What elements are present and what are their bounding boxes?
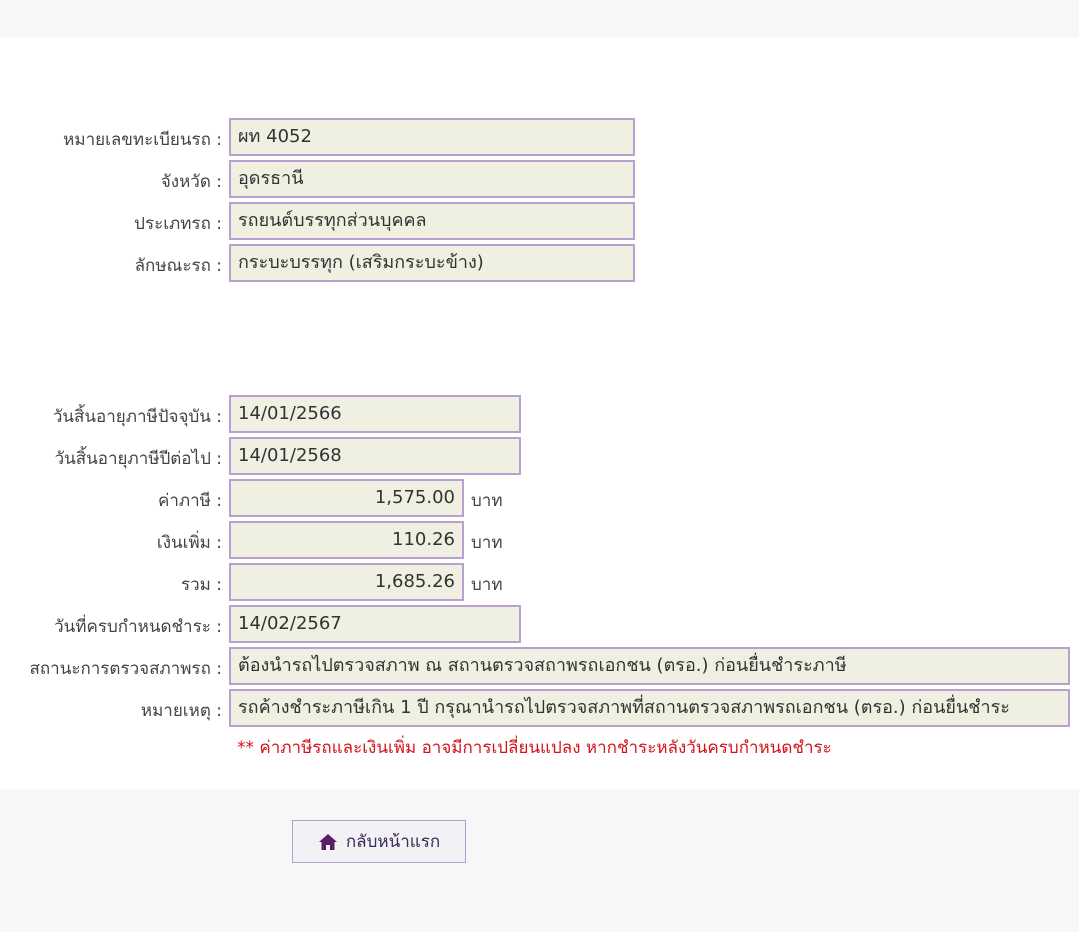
province-label: จังหวัด : [160,172,222,192]
total-label: รวม : [180,575,222,595]
remark-label: หมายเหตุ : [140,701,222,721]
vehicle-style-field[interactable]: กระบะบรรทุก (เสริมกระบะข้าง) [229,244,635,282]
next-expiry-field[interactable]: 14/01/2568 [229,437,521,475]
due-date-label: วันที่ครบกำหนดชำระ : [54,617,222,637]
surcharge-unit: บาท [471,533,503,553]
row-current-expiry: วันสิ้นอายุภาษีปัจจุบัน : 14/01/2566 [0,395,1079,433]
total-amount-field[interactable]: 1,685.26 [229,563,464,601]
tax-unit: บาท [471,491,503,511]
surcharge-label: เงินเพิ่ม : [156,533,222,553]
plate-field[interactable]: ผท 4052 [229,118,635,156]
row-style: ลักษณะรถ : กระบะบรรทุก (เสริมกระบะข้าง) [0,244,1079,282]
surcharge-amount-field[interactable]: 110.26 [229,521,464,559]
next-expiry-label: วันสิ้นอายุภาษีปีต่อไป : [54,449,222,469]
row-remark: หมายเหตุ : รถค้างชำระภาษีเกิน 1 ปี กรุณา… [0,689,1079,727]
row-tax: ค่าภาษี : 1,575.00 บาท [0,479,1079,517]
vehicle-style-label: ลักษณะรถ : [134,256,222,276]
total-unit: บาท [471,575,503,595]
row-due-date: วันที่ครบกำหนดชำระ : 14/02/2567 [0,605,1079,643]
row-inspection: สถานะการตรวจสภาพรถ : ต้องนำรถไปตรวจสภาพ … [0,647,1079,685]
home-icon [318,833,338,851]
row-plate: หมายเลขทะเบียนรถ : ผท 4052 [0,118,1079,156]
inspection-status-field[interactable]: ต้องนำรถไปตรวจสภาพ ณ สถานตรวจสถาพรถเอกชน… [229,647,1070,685]
row-total: รวม : 1,685.26 บาท [0,563,1079,601]
current-expiry-label: วันสิ้นอายุภาษีปัจจุบัน : [52,407,222,427]
bottom-band [0,789,1079,932]
province-field[interactable]: อุดรธานี [229,160,635,198]
plate-label: หมายเลขทะเบียนรถ : [63,130,222,150]
remark-field[interactable]: รถค้างชำระภาษีเกิน 1 ปี กรุณานำรถไปตรวจส… [229,689,1070,727]
tax-label: ค่าภาษี : [157,491,222,511]
row-province: จังหวัด : อุดรธานี [0,160,1079,198]
row-surcharge: เงินเพิ่ม : 110.26 บาท [0,521,1079,559]
row-next-expiry: วันสิ้นอายุภาษีปีต่อไป : 14/01/2568 [0,437,1079,475]
home-button[interactable]: กลับหน้าแรก [292,820,466,863]
current-expiry-field[interactable]: 14/01/2566 [229,395,521,433]
top-band [0,0,1079,37]
row-type: ประเภทรถ : รถยนต์บรรทุกส่วนบุคคล [0,202,1079,240]
vehicle-type-label: ประเภทรถ : [134,214,222,234]
due-date-field[interactable]: 14/02/2567 [229,605,521,643]
vehicle-type-field[interactable]: รถยนต์บรรทุกส่วนบุคคล [229,202,635,240]
inspection-label: สถานะการตรวจสภาพรถ : [29,659,222,679]
tax-amount-field[interactable]: 1,575.00 [229,479,464,517]
fee-change-note: ** ค่าภาษีรถและเงินเพิ่ม อาจมีการเปลี่ยน… [237,738,832,758]
home-button-label: กลับหน้าแรก [345,832,441,852]
